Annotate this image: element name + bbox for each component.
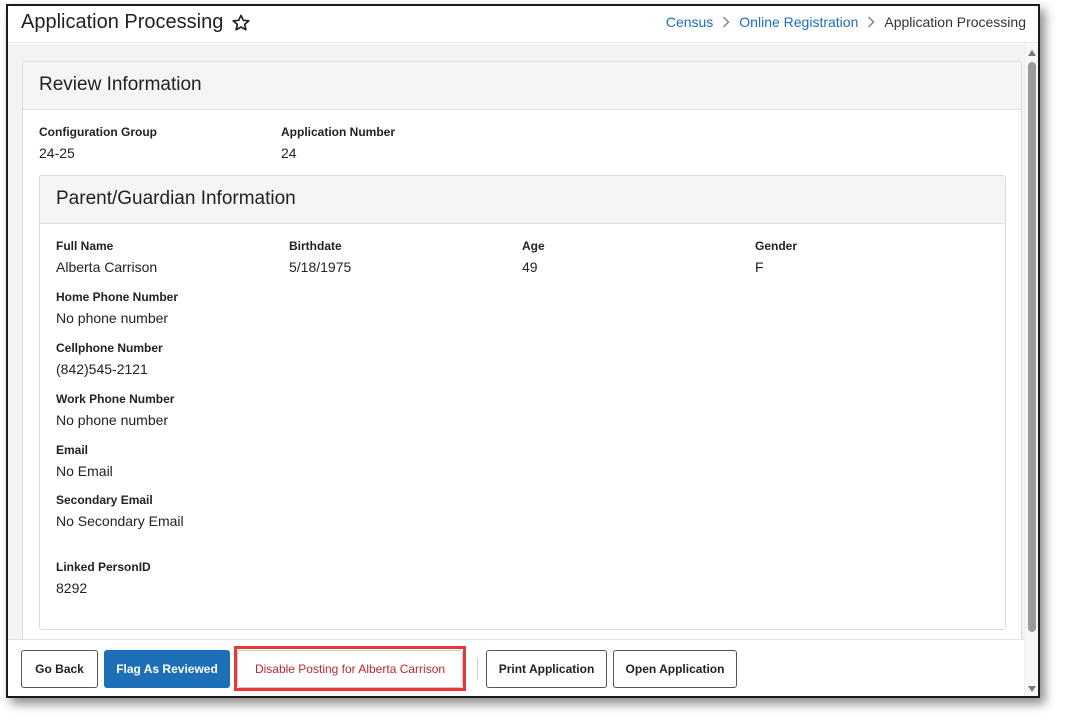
scroll-up-arrow-icon[interactable]: [1028, 50, 1036, 56]
linked-personid-value: 8292: [56, 580, 88, 596]
app-window: Application Processing Census Online Reg…: [6, 4, 1040, 698]
full-name-label: Full Name: [56, 239, 114, 253]
page-title-wrap: Application Processing: [21, 11, 251, 34]
star-icon[interactable]: [231, 13, 251, 33]
birthdate-value: 5/18/1975: [289, 259, 352, 275]
review-information-card: Review Information Configuration Group 2…: [22, 61, 1022, 639]
page-header: Application Processing Census Online Reg…: [8, 6, 1038, 43]
home-phone-value: No phone number: [56, 310, 169, 326]
breadcrumb-application-processing: Application Processing: [884, 14, 1026, 30]
parent-guardian-card: Parent/Guardian Information Full Name Al…: [39, 175, 1006, 630]
application-number-field: Application Number 24: [281, 125, 395, 161]
age-value: 49: [522, 259, 538, 275]
cellphone-value: (842)545-2121: [56, 361, 148, 377]
work-phone-field: Work Phone Number No phone number: [56, 392, 174, 428]
configuration-group-field: Configuration Group 24-25: [39, 125, 157, 161]
chevron-right-icon: [868, 16, 875, 28]
linked-personid-field: Linked PersonID 8292: [56, 560, 151, 596]
birthdate-field: Birthdate 5/18/1975: [289, 239, 351, 275]
scroll-thumb[interactable]: [1028, 62, 1036, 632]
secondary-email-field: Secondary Email No Secondary Email: [56, 493, 184, 529]
review-information-heading: Review Information: [23, 62, 1021, 110]
application-number-label: Application Number: [281, 125, 396, 139]
home-phone-field: Home Phone Number No phone number: [56, 290, 178, 326]
application-number-value: 24: [281, 145, 297, 161]
action-bar: Go Back Flag As Reviewed Disable Posting…: [8, 639, 1024, 696]
configuration-group-value: 24-25: [39, 145, 75, 161]
flag-as-reviewed-button[interactable]: Flag As Reviewed: [104, 650, 230, 688]
breadcrumb-online-registration[interactable]: Online Registration: [739, 14, 858, 30]
work-phone-value: No phone number: [56, 412, 169, 428]
cellphone-field: Cellphone Number (842)545-2121: [56, 341, 163, 377]
gender-field: Gender F: [755, 239, 797, 275]
email-value: No Email: [56, 463, 113, 479]
go-back-button[interactable]: Go Back: [21, 650, 98, 688]
email-label: Email: [56, 443, 89, 457]
email-field: Email No Email: [56, 443, 113, 479]
full-name-field: Full Name Alberta Carrison: [56, 239, 157, 275]
disable-posting-button[interactable]: Disable Posting for Alberta Carrison: [237, 650, 463, 688]
birthdate-label: Birthdate: [289, 239, 342, 253]
gender-label: Gender: [755, 239, 798, 253]
vertical-scrollbar[interactable]: [1024, 44, 1038, 696]
parent-guardian-heading: Parent/Guardian Information: [40, 176, 1005, 224]
gender-value: F: [755, 259, 764, 275]
content-area[interactable]: Review Information Configuration Group 2…: [8, 44, 1024, 639]
configuration-group-label: Configuration Group: [39, 125, 157, 139]
button-divider: [477, 658, 478, 680]
full-name-value: Alberta Carrison: [56, 259, 158, 275]
chevron-right-icon: [723, 16, 730, 28]
scroll-down-arrow-icon[interactable]: [1028, 686, 1036, 692]
age-field: Age 49: [522, 239, 545, 275]
breadcrumb-census[interactable]: Census: [666, 14, 713, 30]
cellphone-label: Cellphone Number: [56, 341, 163, 355]
secondary-email-label: Secondary Email: [56, 493, 153, 507]
home-phone-label: Home Phone Number: [56, 290, 179, 304]
open-application-button[interactable]: Open Application: [613, 650, 737, 688]
page-title: Application Processing: [21, 11, 224, 33]
age-label: Age: [522, 239, 545, 253]
linked-personid-label: Linked PersonID: [56, 560, 151, 574]
secondary-email-value: No Secondary Email: [56, 513, 184, 529]
print-application-button[interactable]: Print Application: [486, 650, 607, 688]
breadcrumb: Census Online Registration Application P…: [666, 14, 1026, 30]
work-phone-label: Work Phone Number: [56, 392, 175, 406]
